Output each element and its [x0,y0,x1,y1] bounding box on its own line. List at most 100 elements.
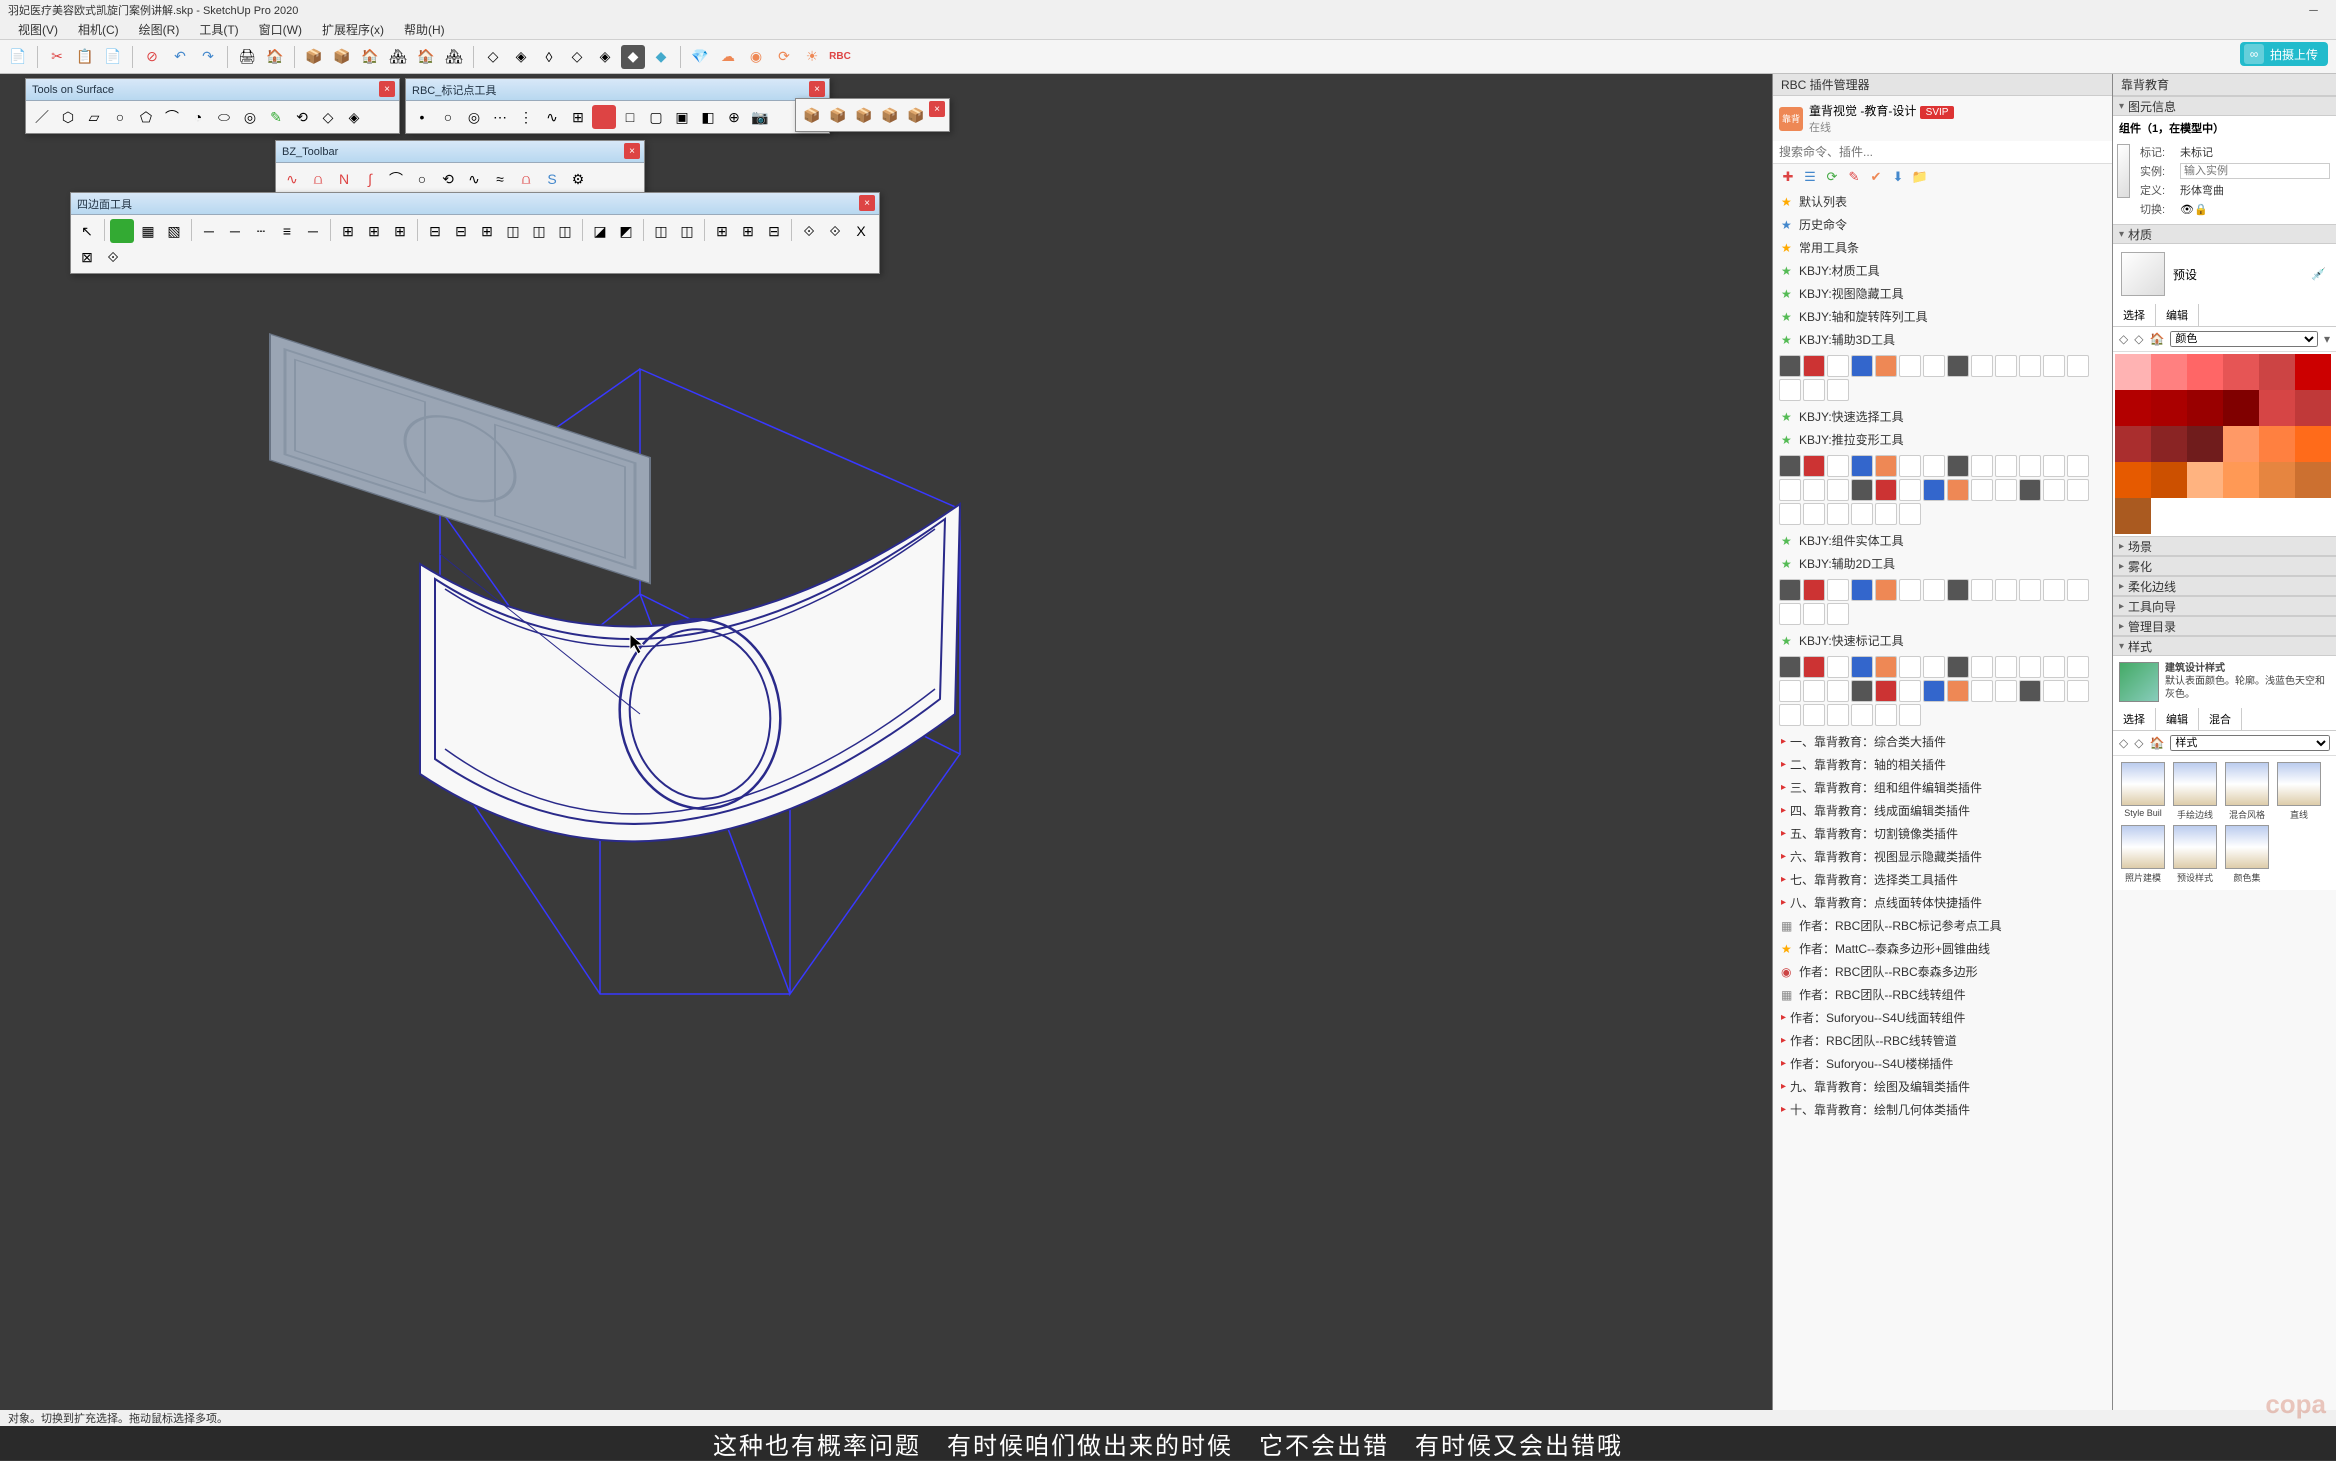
print-icon[interactable]: 🖨 [235,45,259,69]
plugin-item[interactable]: ▸十、靠背教育：绘制几何体类插件 [1773,1098,2112,1121]
catalog-section[interactable]: 管理目录 [2113,616,2336,636]
def-value[interactable]: 形体弯曲 [2180,182,2330,198]
color-category-select[interactable]: 颜色 [2170,331,2318,347]
grid-tool-icon[interactable] [1827,379,1849,401]
style-tab-edit[interactable]: 编辑 [2156,708,2199,730]
color-swatch[interactable] [2115,498,2151,534]
rbc-m9-icon[interactable]: □ [618,105,642,129]
plugin-item[interactable]: ▸作者：Suforyou--S4U线面转组件 [1773,1006,2112,1029]
rbc-m12-icon[interactable]: ◧ [696,105,720,129]
grid-tool-icon[interactable] [1851,680,1873,702]
grid-tool-icon[interactable] [1827,503,1849,525]
plugin-item[interactable]: ★KBJY:材质工具 [1773,259,2112,282]
plugin-item[interactable]: ▸四、靠背教育：线成面编辑类插件 [1773,799,2112,822]
menu-draw[interactable]: 绘图(R) [129,21,190,38]
rbc-m11-icon[interactable]: ▣ [670,105,694,129]
menu-help[interactable]: 帮助(H) [394,21,455,38]
qf29-icon[interactable]: ⟐ [101,245,125,269]
grid-tool-icon[interactable] [1899,455,1921,477]
rbc-icon[interactable]: RBC [828,45,852,69]
plugin-item[interactable]: ★默认列表 [1773,190,2112,213]
tos-pie-icon[interactable]: ◔ [186,105,210,129]
rbc-m5-icon[interactable]: ⋮ [514,105,538,129]
grid-tool-icon[interactable] [1803,379,1825,401]
rbc-m6-icon[interactable]: ∿ [540,105,564,129]
warehouse-icon[interactable]: 📦 [302,45,326,69]
qf16-icon[interactable]: ◫ [527,219,551,243]
material-preview[interactable] [2121,252,2165,296]
grid-tool-icon[interactable] [1947,680,1969,702]
style-item[interactable]: 照片建模 [2119,825,2167,884]
tos-tool1-icon[interactable]: ◇ [316,105,340,129]
grid-tool-icon[interactable] [1851,455,1873,477]
grid-tool-icon[interactable] [1899,503,1921,525]
floater-title[interactable]: 四边面工具 [71,193,879,215]
grid-tool-icon[interactable] [1923,680,1945,702]
style-preview[interactable] [2119,662,2159,702]
check-icon[interactable]: ✔ [1867,168,1885,186]
qf21-icon[interactable]: ◫ [675,219,699,243]
grid-tool-icon[interactable] [1971,355,1993,377]
grid-tool-icon[interactable] [1923,579,1945,601]
style-category-select[interactable]: 样式 [2170,735,2330,751]
grid-tool-icon[interactable] [2067,656,2089,678]
grid-tool-icon[interactable] [1995,479,2017,501]
diag4-icon[interactable]: ☀ [800,45,824,69]
grid-tool-icon[interactable] [1827,455,1849,477]
plugin-item[interactable]: ▸七、靠背教育：选择类工具插件 [1773,868,2112,891]
tos-tool2-icon[interactable]: ◈ [342,105,366,129]
qf5-icon[interactable]: ─ [223,219,247,243]
plugin-item[interactable]: ★常用工具条 [1773,236,2112,259]
style-item[interactable]: Style Buil [2119,762,2167,821]
qf22-icon[interactable]: ⊞ [710,219,734,243]
grid-tool-icon[interactable] [1779,479,1801,501]
plugin-item[interactable]: ▸三、靠背教育：组和组件编辑类插件 [1773,776,2112,799]
color-swatch[interactable] [2151,354,2187,390]
color-swatch[interactable] [2115,354,2151,390]
plugin-item[interactable]: ▦作者：RBC团队--RBC线转组件 [1773,983,2112,1006]
menu-tools[interactable]: 工具(T) [189,21,248,38]
color-swatch[interactable] [2187,426,2223,462]
grid-tool-icon[interactable] [1803,704,1825,726]
rbc-m2-icon[interactable]: ○ [436,105,460,129]
grid-tool-icon[interactable] [1899,656,1921,678]
mini3-icon[interactable]: 📦 [852,103,876,127]
menu-view[interactable]: 视图(V) [8,21,68,38]
grid-tool-icon[interactable] [1899,680,1921,702]
toolbar-tools-on-surface[interactable]: Tools on Surface × ／ ⬡ ▱ ○ ⬠ ⌒ ◔ ⬭ ◎ ✎ ⟲… [25,78,400,134]
plugin-item[interactable]: ▸二、靠背教育：轴的相关插件 [1773,753,2112,776]
grid-tool-icon[interactable] [1803,355,1825,377]
bz12-icon[interactable]: ⚙ [566,167,590,191]
minimize-button[interactable]: ─ [2291,0,2336,20]
grid-tool-icon[interactable] [2067,479,2089,501]
grid-tool-icon[interactable] [2019,479,2041,501]
plugin-item[interactable]: ▸六、靠背教育：视图显示隐藏类插件 [1773,845,2112,868]
plugin-search-input[interactable] [1773,141,2112,164]
grid-tool-icon[interactable] [2043,680,2065,702]
house2-icon[interactable]: 🏘 [386,45,410,69]
grid-tool-icon[interactable] [1971,455,1993,477]
bz1-icon[interactable]: ∿ [280,167,304,191]
style-tab-select[interactable]: 选择 [2113,708,2156,730]
diag3-icon[interactable]: ⟳ [772,45,796,69]
plugin-item[interactable]: ★KBJY:推拉变形工具 [1773,428,2112,451]
qf9-icon[interactable]: ⊞ [336,219,360,243]
grid-tool-icon[interactable] [1803,579,1825,601]
grid-tool-icon[interactable] [1803,455,1825,477]
grid-tool-icon[interactable] [1875,704,1897,726]
toolbar-quadface[interactable]: 四边面工具 × ↖ ▦ ▧ ─ ─ ┄ ≡ ─ ⊞ ⊞ ⊞ ⊟ ⊟ ⊞ ◫ ◫ … [70,192,880,274]
rbc-m4-icon[interactable]: ⋯ [488,105,512,129]
bz10-icon[interactable]: ⩍ [514,167,538,191]
style-item[interactable]: 颜色集 [2223,825,2271,884]
plugin-item[interactable]: ▸八、靠背教育：点线面转体快捷插件 [1773,891,2112,914]
qf13-icon[interactable]: ⊟ [449,219,473,243]
plugin-item[interactable]: ★KBJY:辅助3D工具 [1773,328,2112,351]
grid-tool-icon[interactable] [1803,603,1825,625]
grid-tool-icon[interactable] [1899,479,1921,501]
style-section[interactable]: 样式 [2113,636,2336,656]
nav-menu-icon[interactable]: ▾ [2324,332,2330,346]
grid-tool-icon[interactable] [1779,455,1801,477]
close-icon[interactable]: × [859,195,875,211]
floater-title[interactable]: Tools on Surface [26,79,399,101]
grid-tool-icon[interactable] [1827,656,1849,678]
